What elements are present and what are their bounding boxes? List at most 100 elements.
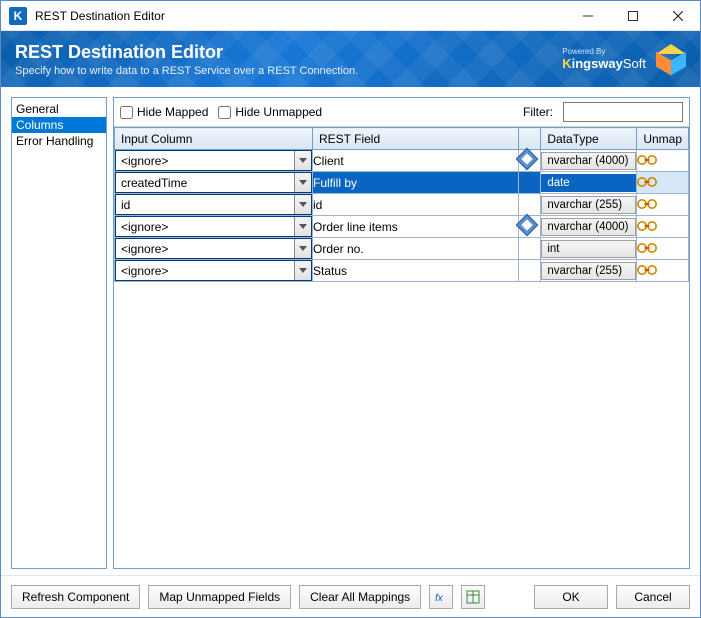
hide-unmapped-checkbox[interactable]: Hide Unmapped [218,105,322,119]
table-row[interactable]: <ignore> Order line items nvarchar (4000) [115,216,689,238]
key-cell [519,150,541,172]
minimize-button[interactable] [565,1,610,30]
unmap-cell[interactable] [637,238,689,260]
svg-text:fx: fx [435,593,444,604]
header-datatype[interactable]: DataType [541,128,637,150]
titlebar: K REST Destination Editor [1,1,700,31]
banner-subtitle: Specify how to write data to a REST Serv… [15,65,358,77]
filter-label: Filter: [523,105,553,119]
datatype-value: int [541,240,636,258]
input-column-dropdown[interactable]: id [115,194,312,215]
fx-button[interactable]: fx [429,585,453,609]
unmap-icon[interactable] [637,218,657,234]
table-row[interactable]: createdTime Fulfill by date [115,172,689,194]
rest-field-cell[interactable]: Order no. [313,238,519,260]
mapping-grid: Input Column REST Field DataType Unmap <… [114,127,689,568]
chevron-down-icon[interactable] [294,239,311,258]
ok-button[interactable]: OK [534,585,608,609]
table-row[interactable]: <ignore> Status nvarchar (255) [115,260,689,282]
datatype-value: nvarchar (255) [541,196,636,214]
editor-window: K REST Destination Editor REST Destinati… [0,0,701,618]
refresh-component-button[interactable]: Refresh Component [11,585,140,609]
unmap-cell[interactable] [637,172,689,194]
chevron-down-icon[interactable] [294,151,311,170]
chevron-down-icon[interactable] [294,217,311,236]
header-input-column[interactable]: Input Column [115,128,313,150]
rest-field-cell[interactable]: Fulfill by [313,172,519,194]
input-column-dropdown[interactable]: <ignore> [115,216,312,237]
map-unmapped-fields-button[interactable]: Map Unmapped Fields [148,585,291,609]
datatype-value: nvarchar (4000) [541,152,636,170]
input-column-dropdown[interactable]: <ignore> [115,260,312,281]
unmap-cell[interactable] [637,150,689,172]
app-icon: K [9,7,27,25]
input-column-value: id [116,198,294,212]
datatype-cell: nvarchar (4000) [541,150,637,172]
hide-mapped-checkbox[interactable]: Hide Mapped [120,105,208,119]
key-icon [516,214,539,237]
rest-field-cell[interactable]: Order line items [313,216,519,238]
hide-mapped-label: Hide Mapped [137,105,208,119]
sidebar-item-error-handling[interactable]: Error Handling [12,133,106,149]
input-column-value: createdTime [116,176,294,190]
input-column-value: <ignore> [116,220,294,234]
datatype-cell: nvarchar (4000) [541,216,637,238]
rest-field-cell[interactable]: id [313,194,519,216]
chevron-down-icon[interactable] [294,195,311,214]
banner: REST Destination Editor Specify how to w… [1,31,700,87]
content-area: GeneralColumnsError Handling Hide Mapped… [1,87,700,575]
chevron-down-icon[interactable] [294,261,311,280]
hide-unmapped-label: Hide Unmapped [235,105,322,119]
input-column-dropdown[interactable]: createdTime [115,172,312,193]
datatype-cell: nvarchar (255) [541,260,637,282]
filter-input[interactable] [563,102,683,122]
cancel-button[interactable]: Cancel [616,585,690,609]
key-cell [519,238,541,260]
chevron-down-icon[interactable] [294,173,311,192]
key-cell [519,260,541,282]
key-cell [519,194,541,216]
header-rest-field[interactable]: REST Field [313,128,519,150]
sidebar-item-general[interactable]: General [12,101,106,117]
datatype-cell: int [541,238,637,260]
key-cell [519,172,541,194]
unmap-icon[interactable] [637,174,657,190]
rest-field-cell[interactable]: Status [313,260,519,282]
datatype-cell: date [541,172,637,194]
powered-by-label: Powered By [562,48,646,56]
unmap-icon[interactable] [637,240,657,256]
maximize-button[interactable] [610,1,655,30]
cube-icon [656,44,686,74]
columns-toolbar: Hide Mapped Hide Unmapped Filter: [114,98,689,127]
unmap-cell[interactable] [637,194,689,216]
header-unmap[interactable]: Unmap [637,128,689,150]
unmap-icon[interactable] [637,196,657,212]
table-row[interactable]: <ignore> Order no. int [115,238,689,260]
sidebar-item-columns[interactable]: Columns [12,117,106,133]
datatype-value: date [541,174,636,192]
brand-logo: Powered By KingswaySoft [562,48,646,70]
key-icon [516,148,539,171]
datatype-cell: nvarchar (255) [541,194,637,216]
side-nav: GeneralColumnsError Handling [11,97,107,569]
window-title: REST Destination Editor [35,9,565,23]
input-column-dropdown[interactable]: <ignore> [115,150,312,171]
key-cell [519,216,541,238]
footer: Refresh Component Map Unmapped Fields Cl… [1,575,700,617]
unmap-icon[interactable] [637,262,657,278]
datatype-value: nvarchar (4000) [541,218,636,236]
clear-all-mappings-button[interactable]: Clear All Mappings [299,585,421,609]
unmap-icon[interactable] [637,152,657,168]
table-row[interactable]: id id nvarchar (255) [115,194,689,216]
unmap-cell[interactable] [637,216,689,238]
close-button[interactable] [655,1,700,30]
rest-field-cell[interactable]: Client [313,150,519,172]
input-column-value: <ignore> [116,264,294,278]
main-panel: Hide Mapped Hide Unmapped Filter: Input … [113,97,690,569]
header-key[interactable] [519,128,541,150]
input-column-dropdown[interactable]: <ignore> [115,238,312,259]
unmap-cell[interactable] [637,260,689,282]
columns-tool-button[interactable] [461,585,485,609]
input-column-value: <ignore> [116,242,294,256]
table-row[interactable]: <ignore>Client nvarchar (4000) [115,150,689,172]
